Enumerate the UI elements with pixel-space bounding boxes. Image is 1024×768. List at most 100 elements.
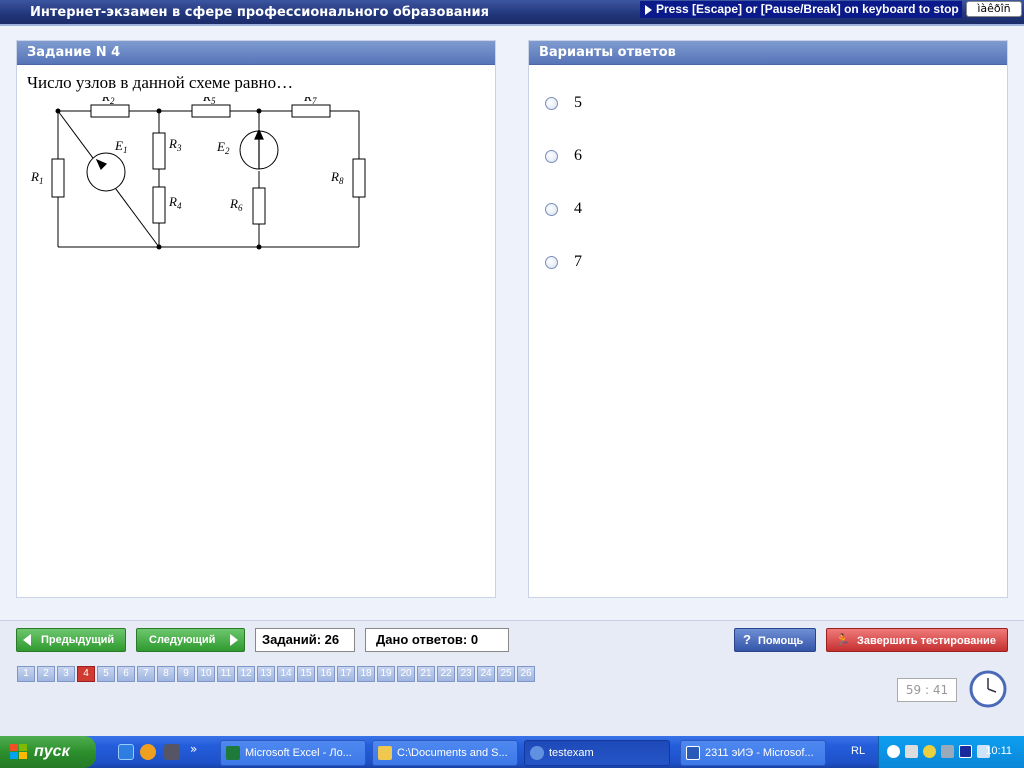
radio-button[interactable]	[545, 202, 558, 216]
taskbar-clock: 10:11	[985, 745, 1012, 757]
tasks-count: Заданий: 26	[255, 628, 355, 652]
stop-hint: Press [Escape] or [Pause/Break] on keybo…	[640, 1, 962, 18]
label-r6: R6	[229, 196, 243, 213]
help-label: Помощь	[758, 635, 804, 647]
tray-media-icon[interactable]	[959, 745, 972, 758]
task-label: C:\Documents and S...	[397, 747, 508, 759]
task-number-2[interactable]: 2	[37, 666, 55, 682]
node	[156, 244, 162, 250]
answer-text: 4	[574, 200, 582, 217]
answer-option[interactable]: 6	[545, 146, 582, 166]
task-number-21[interactable]: 21	[417, 666, 435, 682]
task-number-1[interactable]: 1	[17, 666, 35, 682]
node	[55, 108, 61, 114]
media-player-icon[interactable]	[140, 744, 156, 760]
quick-launch-icon[interactable]	[164, 744, 180, 760]
task-number-26[interactable]: 26	[517, 666, 535, 682]
finish-label: Завершить тестирование	[857, 635, 996, 647]
task-number-13[interactable]: 13	[257, 666, 275, 682]
next-button[interactable]: Следующий	[136, 628, 245, 652]
start-button[interactable]: пуск	[0, 736, 96, 768]
help-button[interactable]: ? Помощь	[734, 628, 816, 652]
answer-text: 6	[574, 147, 582, 164]
source-e1	[86, 152, 126, 192]
task-number-9[interactable]: 9	[177, 666, 195, 682]
countdown-timer: 59 : 41	[897, 678, 957, 702]
task-label: testexam	[549, 747, 594, 759]
question-mark-icon: ?	[743, 632, 751, 647]
taskbar-item-testexam[interactable]: testexam	[524, 740, 670, 766]
task-number-15[interactable]: 15	[297, 666, 315, 682]
node	[256, 244, 262, 250]
node	[156, 108, 162, 114]
task-number-7[interactable]: 7	[137, 666, 155, 682]
language-indicator[interactable]: RL	[851, 745, 865, 757]
circuit-diagram: R2 R5 R7 R1 R8 R3 R4 R6 E1 E2	[30, 97, 366, 250]
task-number-11[interactable]: 11	[217, 666, 235, 682]
answers-header: Варианты ответов	[529, 41, 1007, 65]
tray-back-icon[interactable]	[887, 745, 900, 758]
tray-app-icon[interactable]	[923, 745, 936, 758]
resistor-r5	[191, 104, 231, 118]
windows-taskbar: пуск » Microsoft Excel - Ло... C:\Docume…	[0, 736, 1024, 768]
finish-test-button[interactable]: 🏃 Завершить тестирование	[826, 628, 1008, 652]
task-number-19[interactable]: 19	[377, 666, 395, 682]
app-title: Интернет-экзамен в сфере профессионально…	[30, 5, 489, 20]
task-number-3[interactable]: 3	[57, 666, 75, 682]
taskbar-item-excel[interactable]: Microsoft Excel - Ло...	[220, 740, 366, 766]
taskbar-item-word[interactable]: 2311 эИЭ - Microsof...	[680, 740, 826, 766]
tray-play-icon[interactable]	[941, 745, 954, 758]
answer-text: 5	[574, 94, 582, 111]
task-number-18[interactable]: 18	[357, 666, 375, 682]
quick-launch-more[interactable]: »	[190, 742, 197, 756]
task-number-14[interactable]: 14	[277, 666, 295, 682]
task-number-24[interactable]: 24	[477, 666, 495, 682]
task-number-5[interactable]: 5	[97, 666, 115, 682]
task-number-12[interactable]: 12	[237, 666, 255, 682]
node	[256, 108, 262, 114]
printer-icon[interactable]	[905, 745, 918, 758]
task-navigation: 1 2 3 4 5 6 7 8 9 10 11 12 13 14 15 16 17 18 19 20 21 22 23 24 2…	[17, 666, 537, 682]
task-number-23[interactable]: 23	[457, 666, 475, 682]
task-number-10[interactable]: 10	[197, 666, 215, 682]
folder-icon	[378, 746, 392, 760]
testexam-icon	[530, 746, 544, 760]
taskbar-item-explorer[interactable]: C:\Documents and S...	[372, 740, 518, 766]
resistor-r1	[51, 158, 65, 198]
radio-button[interactable]	[545, 149, 558, 163]
answer-option[interactable]: 4	[545, 199, 582, 219]
arrow-right-icon	[230, 634, 238, 646]
resistor-r3	[152, 132, 166, 170]
task-number-25[interactable]: 25	[497, 666, 515, 682]
task-number-20[interactable]: 20	[397, 666, 415, 682]
word-icon	[686, 746, 700, 760]
task-number-16[interactable]: 16	[317, 666, 335, 682]
label-r3: R3	[168, 136, 182, 153]
question-text: Число узлов в данной схеме равно…	[27, 73, 294, 92]
task-number-8[interactable]: 8	[157, 666, 175, 682]
task-number-6[interactable]: 6	[117, 666, 135, 682]
resistor-r6	[252, 187, 266, 225]
radio-button[interactable]	[545, 255, 558, 269]
clock-icon	[969, 670, 1007, 712]
windows-logo-icon	[10, 744, 27, 759]
label-e1: E1	[114, 138, 127, 155]
label-r8: R8	[330, 169, 344, 186]
resistor-r2	[90, 104, 130, 118]
task-number-17[interactable]: 17	[337, 666, 355, 682]
arrow-left-icon	[23, 634, 31, 646]
running-man-icon: 🏃	[835, 633, 850, 647]
internet-explorer-icon[interactable]	[118, 744, 134, 760]
task-label: 2311 эИЭ - Microsof...	[705, 747, 814, 759]
task-number-4[interactable]: 4	[77, 666, 95, 682]
task-number-22[interactable]: 22	[437, 666, 455, 682]
answer-text: 7	[574, 253, 582, 270]
label-e2: E2	[216, 139, 230, 156]
start-label: пуск	[34, 743, 70, 760]
previous-button[interactable]: Предыдущий	[16, 628, 126, 652]
answer-option[interactable]: 7	[545, 252, 582, 272]
next-label: Следующий	[149, 634, 216, 646]
keyboard-layout-indicator: ìàêðîñ	[966, 1, 1022, 17]
radio-button[interactable]	[545, 96, 558, 110]
answer-option[interactable]: 5	[545, 93, 582, 113]
